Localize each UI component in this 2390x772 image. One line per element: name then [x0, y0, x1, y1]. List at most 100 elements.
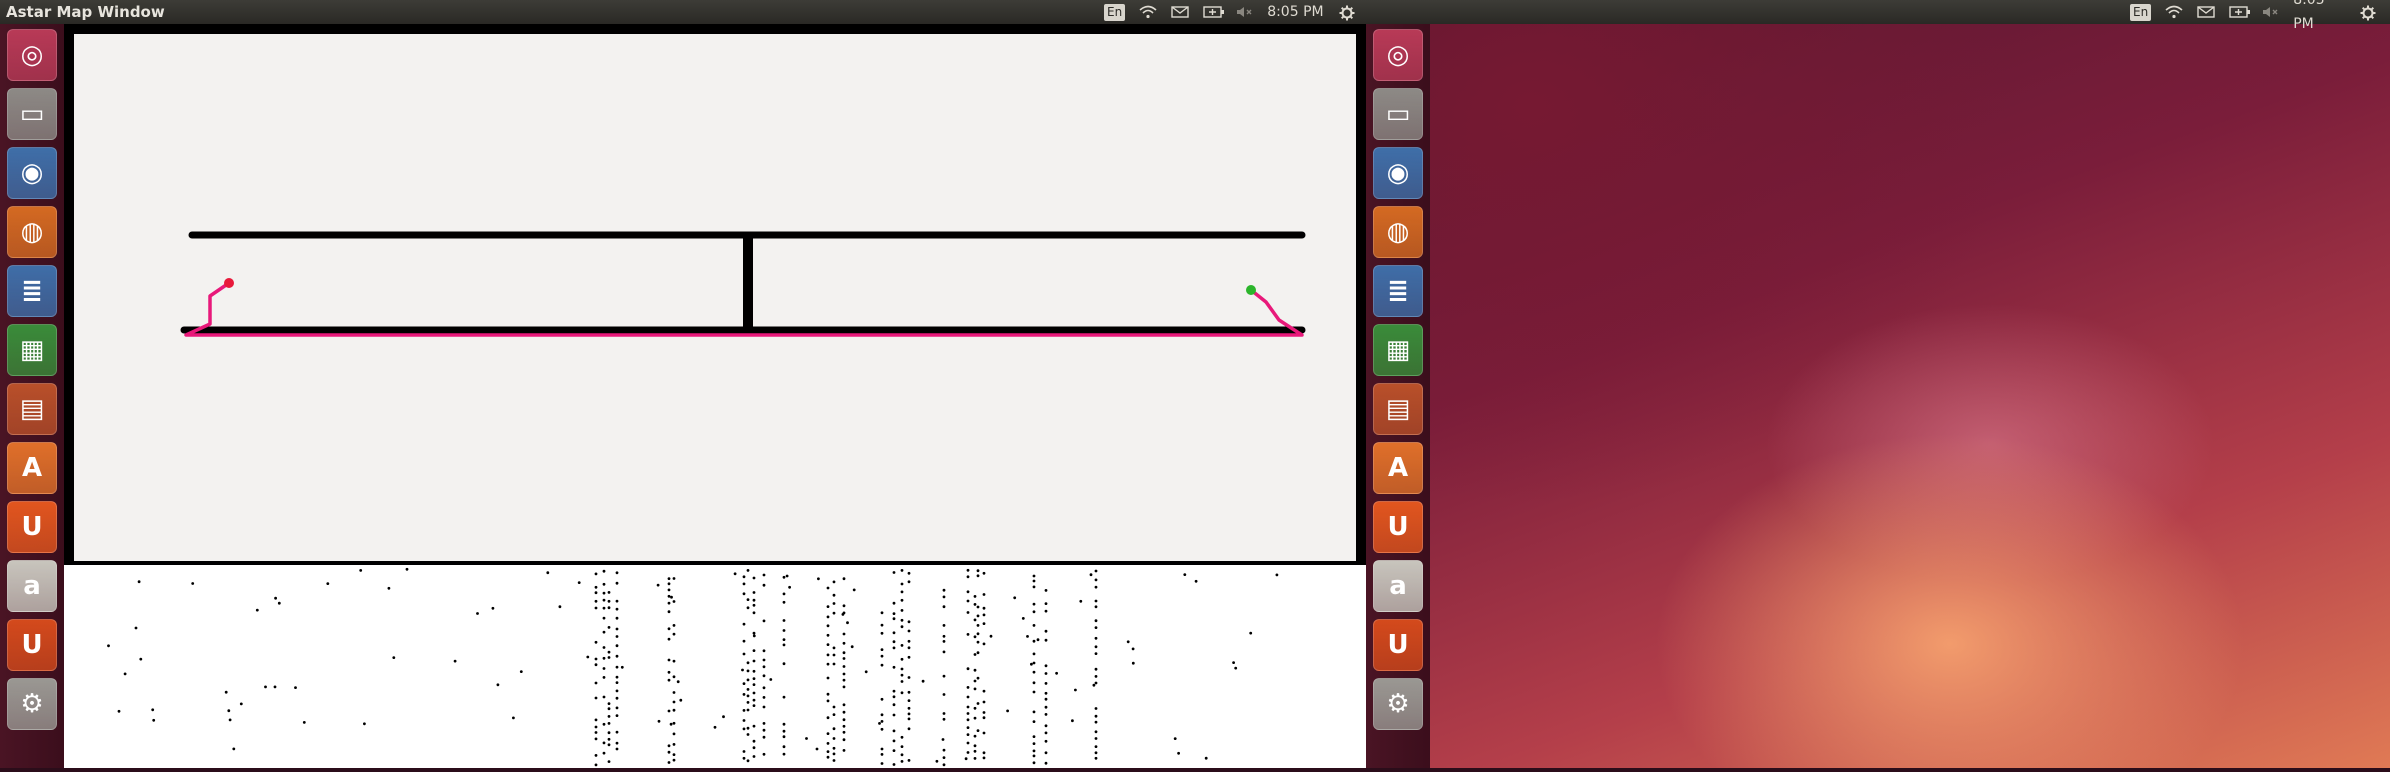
debug-dot — [852, 588, 856, 592]
debug-dot — [1044, 672, 1048, 675]
launcher-item-system-settings[interactable]: ⚙ — [7, 678, 57, 730]
launcher-item-ubuntu-one[interactable]: U — [7, 501, 57, 553]
debug-dot — [667, 627, 671, 631]
keyboard-language-indicator[interactable]: En — [2130, 3, 2152, 21]
launcher-item-amazon[interactable]: a — [1373, 560, 1423, 612]
debug-dot — [752, 631, 756, 635]
debug-dot — [594, 718, 598, 722]
debug-dot — [752, 724, 756, 728]
debug-dot — [746, 701, 750, 704]
debug-dot — [832, 662, 836, 666]
keyboard-language-indicator[interactable]: En — [1104, 3, 1126, 21]
mail-icon[interactable] — [1171, 5, 1189, 19]
battery-icon[interactable] — [2229, 5, 2251, 19]
launcher-item-dash-home[interactable]: ◎ — [1373, 29, 1423, 81]
debug-dot — [1194, 579, 1198, 583]
settings-tools-icon: ⚙ — [1386, 689, 1410, 719]
debug-dot — [752, 691, 756, 695]
debug-dot — [1131, 647, 1135, 651]
debug-dot — [976, 632, 980, 636]
debug-dot — [1032, 761, 1036, 765]
launcher-item-system-settings[interactable]: ⚙ — [1373, 678, 1423, 730]
launcher-item-amazon[interactable]: a — [7, 560, 57, 612]
debug-dot — [964, 757, 968, 761]
clock[interactable]: 8:05 PM — [1267, 0, 1323, 24]
launcher-item-dash-home[interactable]: ◎ — [7, 29, 57, 81]
battery-icon[interactable] — [1203, 5, 1225, 19]
debug-dot — [667, 678, 671, 682]
debug-dot — [892, 612, 896, 615]
volume-muted-icon[interactable] — [2261, 5, 2279, 19]
debug-dot — [942, 712, 946, 715]
launcher-item-software-center[interactable]: A — [1373, 442, 1423, 494]
wifi-icon[interactable] — [2165, 5, 2183, 19]
gear-icon[interactable] — [1338, 5, 1356, 21]
debug-dot — [976, 624, 980, 627]
debug-dot — [1032, 735, 1036, 738]
debug-dot — [880, 762, 884, 765]
debug-dot — [1044, 589, 1048, 592]
debug-dot — [594, 591, 598, 595]
gear-icon[interactable] — [2359, 5, 2376, 21]
debug-dot — [742, 719, 746, 722]
launcher-item-writer[interactable]: ≣ — [1373, 265, 1423, 317]
debug-dot — [1094, 667, 1098, 671]
debug-dot — [615, 627, 619, 631]
debug-dot — [982, 716, 986, 720]
debug-dot — [752, 704, 756, 707]
launcher-item-firefox[interactable]: ◍ — [1373, 206, 1423, 258]
debug-dot — [586, 655, 590, 659]
debug-dot — [1044, 713, 1048, 716]
debug-dot — [982, 751, 986, 755]
launcher-item-chromium[interactable]: ◉ — [7, 147, 57, 199]
debug-dot — [788, 585, 791, 589]
debug-dot — [672, 600, 676, 603]
debug-dot — [746, 688, 750, 691]
debug-dot — [1094, 675, 1098, 678]
mail-icon[interactable] — [2197, 5, 2215, 19]
launcher-item-ubuntu-one-music[interactable]: U — [7, 619, 57, 671]
debug-dot — [880, 697, 884, 701]
debug-dot — [594, 696, 598, 700]
debug-dot — [139, 657, 143, 661]
debug-dot — [907, 676, 911, 679]
launcher-item-files[interactable]: ▭ — [7, 88, 57, 140]
debug-dot — [620, 665, 624, 669]
launcher-item-impress[interactable]: ▤ — [1373, 383, 1423, 435]
debug-dot — [742, 582, 746, 586]
debug-dot — [1249, 631, 1253, 635]
debug-dot — [679, 698, 683, 702]
impress-presentation-icon: ▤ — [1385, 394, 1411, 424]
debug-dot — [615, 581, 619, 585]
map-canvas[interactable] — [74, 34, 1356, 561]
software-center-bag-icon: A — [1387, 453, 1409, 483]
debug-dot — [602, 695, 606, 699]
debug-dot — [900, 735, 904, 739]
debug-dot — [594, 585, 598, 589]
debug-dot — [769, 678, 773, 681]
launcher-item-calc[interactable]: ▦ — [1373, 324, 1423, 376]
debug-dot — [832, 580, 836, 584]
debug-dot — [123, 672, 127, 676]
launcher-item-writer[interactable]: ≣ — [7, 265, 57, 317]
debug-dot — [762, 705, 766, 709]
debug-dot — [363, 722, 366, 726]
debug-dot — [1044, 697, 1048, 701]
clock[interactable]: 8:05 PM — [2293, 0, 2345, 36]
launcher-item-firefox[interactable]: ◍ — [7, 206, 57, 258]
launcher-item-impress[interactable]: ▤ — [7, 383, 57, 435]
debug-dot — [907, 717, 911, 721]
debug-dot — [667, 744, 671, 748]
launcher-item-ubuntu-one-music[interactable]: U — [1373, 619, 1423, 671]
launcher-item-ubuntu-one[interactable]: U — [1373, 501, 1423, 553]
launcher-item-files[interactable]: ▭ — [1373, 88, 1423, 140]
debug-dot — [982, 642, 986, 646]
launcher-item-calc[interactable]: ▦ — [7, 324, 57, 376]
launcher-item-software-center[interactable]: A — [7, 442, 57, 494]
debug-dot — [842, 738, 846, 742]
launcher-item-chromium[interactable]: ◉ — [1373, 147, 1423, 199]
debug-dot — [602, 616, 606, 620]
debug-dot — [1032, 579, 1036, 583]
wifi-icon[interactable] — [1139, 5, 1157, 19]
volume-muted-icon[interactable] — [1235, 5, 1253, 19]
